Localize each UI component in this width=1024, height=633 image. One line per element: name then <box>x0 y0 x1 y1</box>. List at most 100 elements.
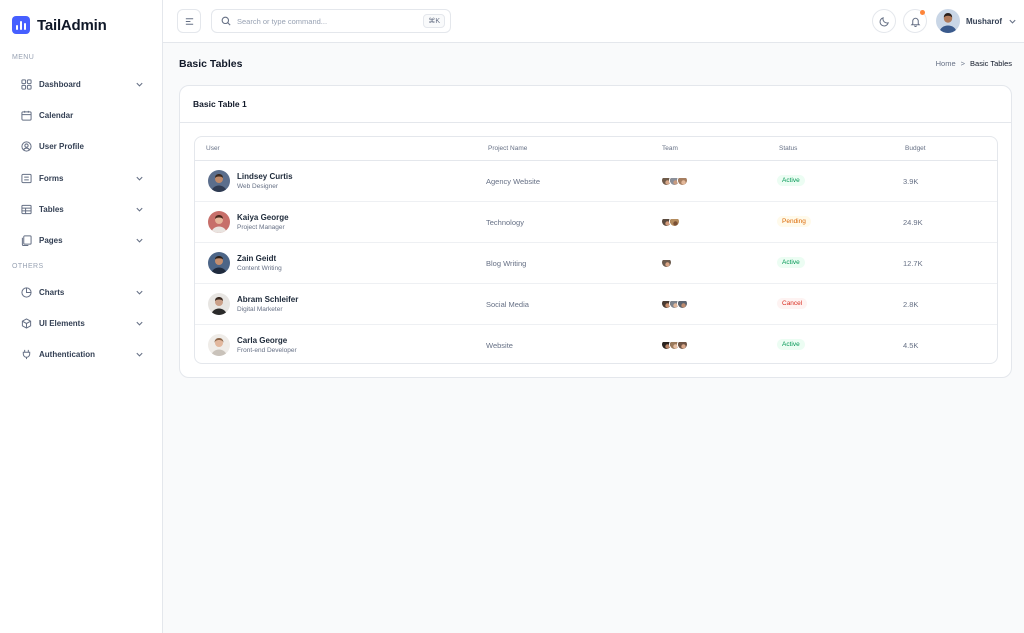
team-avatars <box>661 339 688 350</box>
user-name: Kaiya George <box>237 213 289 222</box>
user-name: Lindsey Curtis <box>237 172 293 181</box>
notifications-button[interactable] <box>903 9 927 33</box>
pie-chart-icon <box>19 285 33 299</box>
sidebar-item-user-profile[interactable]: User Profile <box>12 134 152 158</box>
column-header-project: Project Name <box>488 145 528 152</box>
avatar <box>208 211 230 233</box>
top-header: ⌘K Musharof <box>163 0 1024 43</box>
bell-icon <box>910 17 920 27</box>
sidebar: TailAdmin MENU Dashboard Calendar User P… <box>0 0 163 633</box>
budget-value: 3.9K <box>903 177 919 186</box>
sidebar-item-ui-elements[interactable]: UI Elements <box>12 311 152 335</box>
user-circle-icon <box>19 139 33 153</box>
sidebar-item-pages[interactable]: Pages <box>12 228 152 252</box>
avatar <box>677 298 688 309</box>
avatar <box>936 9 960 33</box>
chevron-down-icon <box>134 287 144 297</box>
search-input[interactable] <box>237 16 424 26</box>
avatar <box>677 339 688 350</box>
logo-icon <box>12 16 30 34</box>
team-avatars <box>661 175 688 186</box>
moon-icon <box>879 16 889 26</box>
search-icon <box>221 16 231 26</box>
user-role: Front-end Developer <box>237 347 297 354</box>
sidebar-item-forms[interactable]: Forms <box>12 166 152 190</box>
chevron-down-icon <box>134 173 144 183</box>
pages-icon <box>19 233 33 247</box>
data-table: User Project Name Team Status Budget Lin… <box>194 136 998 364</box>
status-badge: Active <box>777 175 805 186</box>
menu-icon <box>185 17 193 25</box>
avatar <box>208 334 230 356</box>
avatar <box>669 216 680 227</box>
dark-mode-toggle[interactable] <box>872 9 896 33</box>
user-menu[interactable]: Musharof <box>936 9 1017 33</box>
card-divider <box>180 122 1011 123</box>
table-header: User Project Name Team Status Budget <box>195 137 997 161</box>
sidebar-item-charts[interactable]: Charts <box>12 280 152 304</box>
chevron-down-icon <box>134 79 144 89</box>
chevron-down-icon <box>134 235 144 245</box>
basic-table-card: Basic Table 1 User Project Name Team Sta… <box>179 85 1012 378</box>
user-name: Zain Geidt <box>237 254 277 263</box>
page-title: Basic Tables <box>179 58 243 70</box>
notification-dot <box>920 10 925 15</box>
avatar <box>208 293 230 315</box>
team-avatars <box>661 216 680 227</box>
user-name: Carla George <box>237 336 288 345</box>
user-name: Abram Schleifer <box>237 295 299 304</box>
status-badge: Pending <box>777 216 811 227</box>
table-row: Kaiya George Project Manager Technology … <box>195 202 997 243</box>
project-name: Agency Website <box>486 177 541 186</box>
app-logo[interactable]: TailAdmin <box>12 16 107 34</box>
table-row: Zain Geidt Content Writing Blog Writing … <box>195 243 997 284</box>
sidebar-item-authentication[interactable]: Authentication <box>12 342 152 366</box>
table-row: Carla George Front-end Developer Website… <box>195 325 997 363</box>
sidebar-item-label: UI Elements <box>39 318 85 328</box>
table-row: Lindsey Curtis Web Designer Agency Websi… <box>195 161 997 202</box>
sidebar-item-dashboard[interactable]: Dashboard <box>12 72 152 96</box>
budget-value: 12.7K <box>903 259 923 268</box>
budget-value: 2.8K <box>903 300 919 309</box>
sidebar-item-label: Authentication <box>39 349 95 359</box>
column-header-team: Team <box>662 145 678 152</box>
chevron-down-icon <box>134 318 144 328</box>
team-avatars <box>661 257 672 268</box>
breadcrumb-home-link[interactable]: Home <box>936 59 956 68</box>
project-name: Blog Writing <box>486 259 527 268</box>
sidebar-item-label: Dashboard <box>39 79 81 89</box>
sidebar-item-label: Calendar <box>39 110 74 120</box>
sidebar-item-label: Forms <box>39 173 64 183</box>
avatar <box>677 175 688 186</box>
user-role: Web Designer <box>237 183 279 190</box>
sidebar-toggle-button[interactable] <box>177 9 201 33</box>
user-role: Digital Marketer <box>237 306 283 313</box>
calendar-icon <box>19 108 33 122</box>
menu-section-label: MENU <box>12 54 35 61</box>
chevron-down-icon <box>134 349 144 359</box>
sidebar-item-label: Charts <box>39 287 65 297</box>
table-row: Abram Schleifer Digital Marketer Social … <box>195 284 997 325</box>
status-badge: Active <box>777 257 805 268</box>
box-icon <box>19 316 33 330</box>
status-badge: Active <box>777 339 805 350</box>
grid-icon <box>19 77 33 91</box>
chevron-down-icon <box>134 204 144 214</box>
breadcrumb-separator: > <box>960 59 966 68</box>
chevron-down-icon <box>1009 19 1016 24</box>
sidebar-item-calendar[interactable]: Calendar <box>12 103 152 127</box>
user-role: Project Manager <box>237 224 285 231</box>
sidebar-item-label: Tables <box>39 204 64 214</box>
sidebar-item-tables[interactable]: Tables <box>12 197 152 221</box>
breadcrumb: Home > Basic Tables <box>936 59 1012 68</box>
avatar <box>661 257 672 268</box>
budget-value: 4.5K <box>903 341 919 350</box>
list-icon <box>19 171 33 185</box>
column-header-budget: Budget <box>905 145 926 152</box>
others-section-label: OTHERS <box>12 263 44 270</box>
project-name: Technology <box>486 218 524 227</box>
user-role: Content Writing <box>237 265 282 272</box>
card-title: Basic Table 1 <box>193 99 247 109</box>
table-icon <box>19 202 33 216</box>
breadcrumb-current: Basic Tables <box>970 59 1012 68</box>
